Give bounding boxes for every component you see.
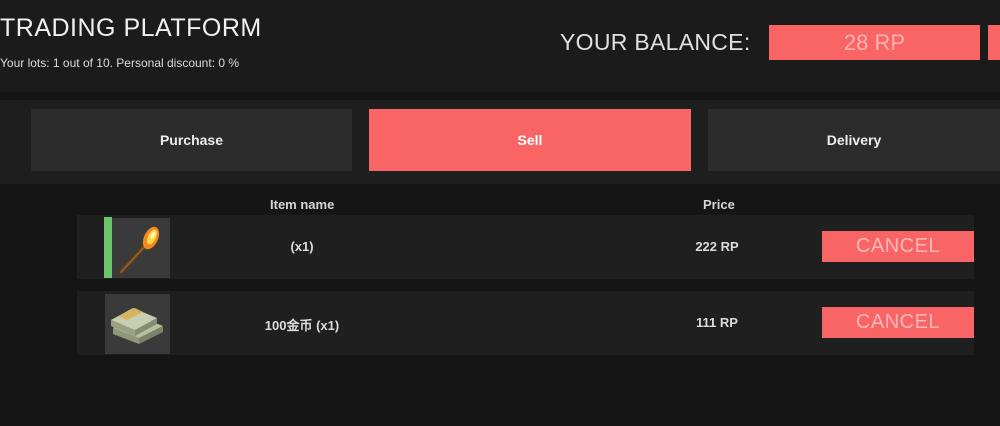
item-price: 111 RP (696, 315, 738, 330)
balance-label: YOUR BALANCE: (560, 29, 751, 55)
item-name: 100金币 (x1) (264, 318, 340, 333)
tab-delivery[interactable]: Delivery (708, 109, 1000, 171)
item-price: 222 RP (695, 239, 739, 254)
balance-value: 28 RP (769, 25, 980, 60)
tab-bar: Purchase Sell Delivery (0, 100, 1000, 184)
cancel-button[interactable]: CANCEL (822, 307, 974, 338)
page-title: TRADING PLATFORM (0, 14, 262, 42)
item-name: (x1) (290, 239, 314, 254)
column-header-price: Price (703, 197, 735, 212)
column-header-item-name: Item name (270, 197, 335, 212)
cancel-button[interactable]: CANCEL (822, 231, 974, 262)
tab-purchase[interactable]: Purchase (31, 109, 352, 171)
balance-side-button[interactable] (988, 25, 1000, 60)
table-row: (x1) 222 RP CANCEL (77, 215, 974, 279)
table-row: 100金币 (x1) 111 RP CANCEL (77, 291, 974, 355)
tab-sell[interactable]: Sell (369, 109, 691, 171)
header: TRADING PLATFORM Your lots: 1 out of 10.… (0, 0, 1000, 92)
lots-info: Your lots: 1 out of 10. Personal discoun… (0, 56, 240, 70)
